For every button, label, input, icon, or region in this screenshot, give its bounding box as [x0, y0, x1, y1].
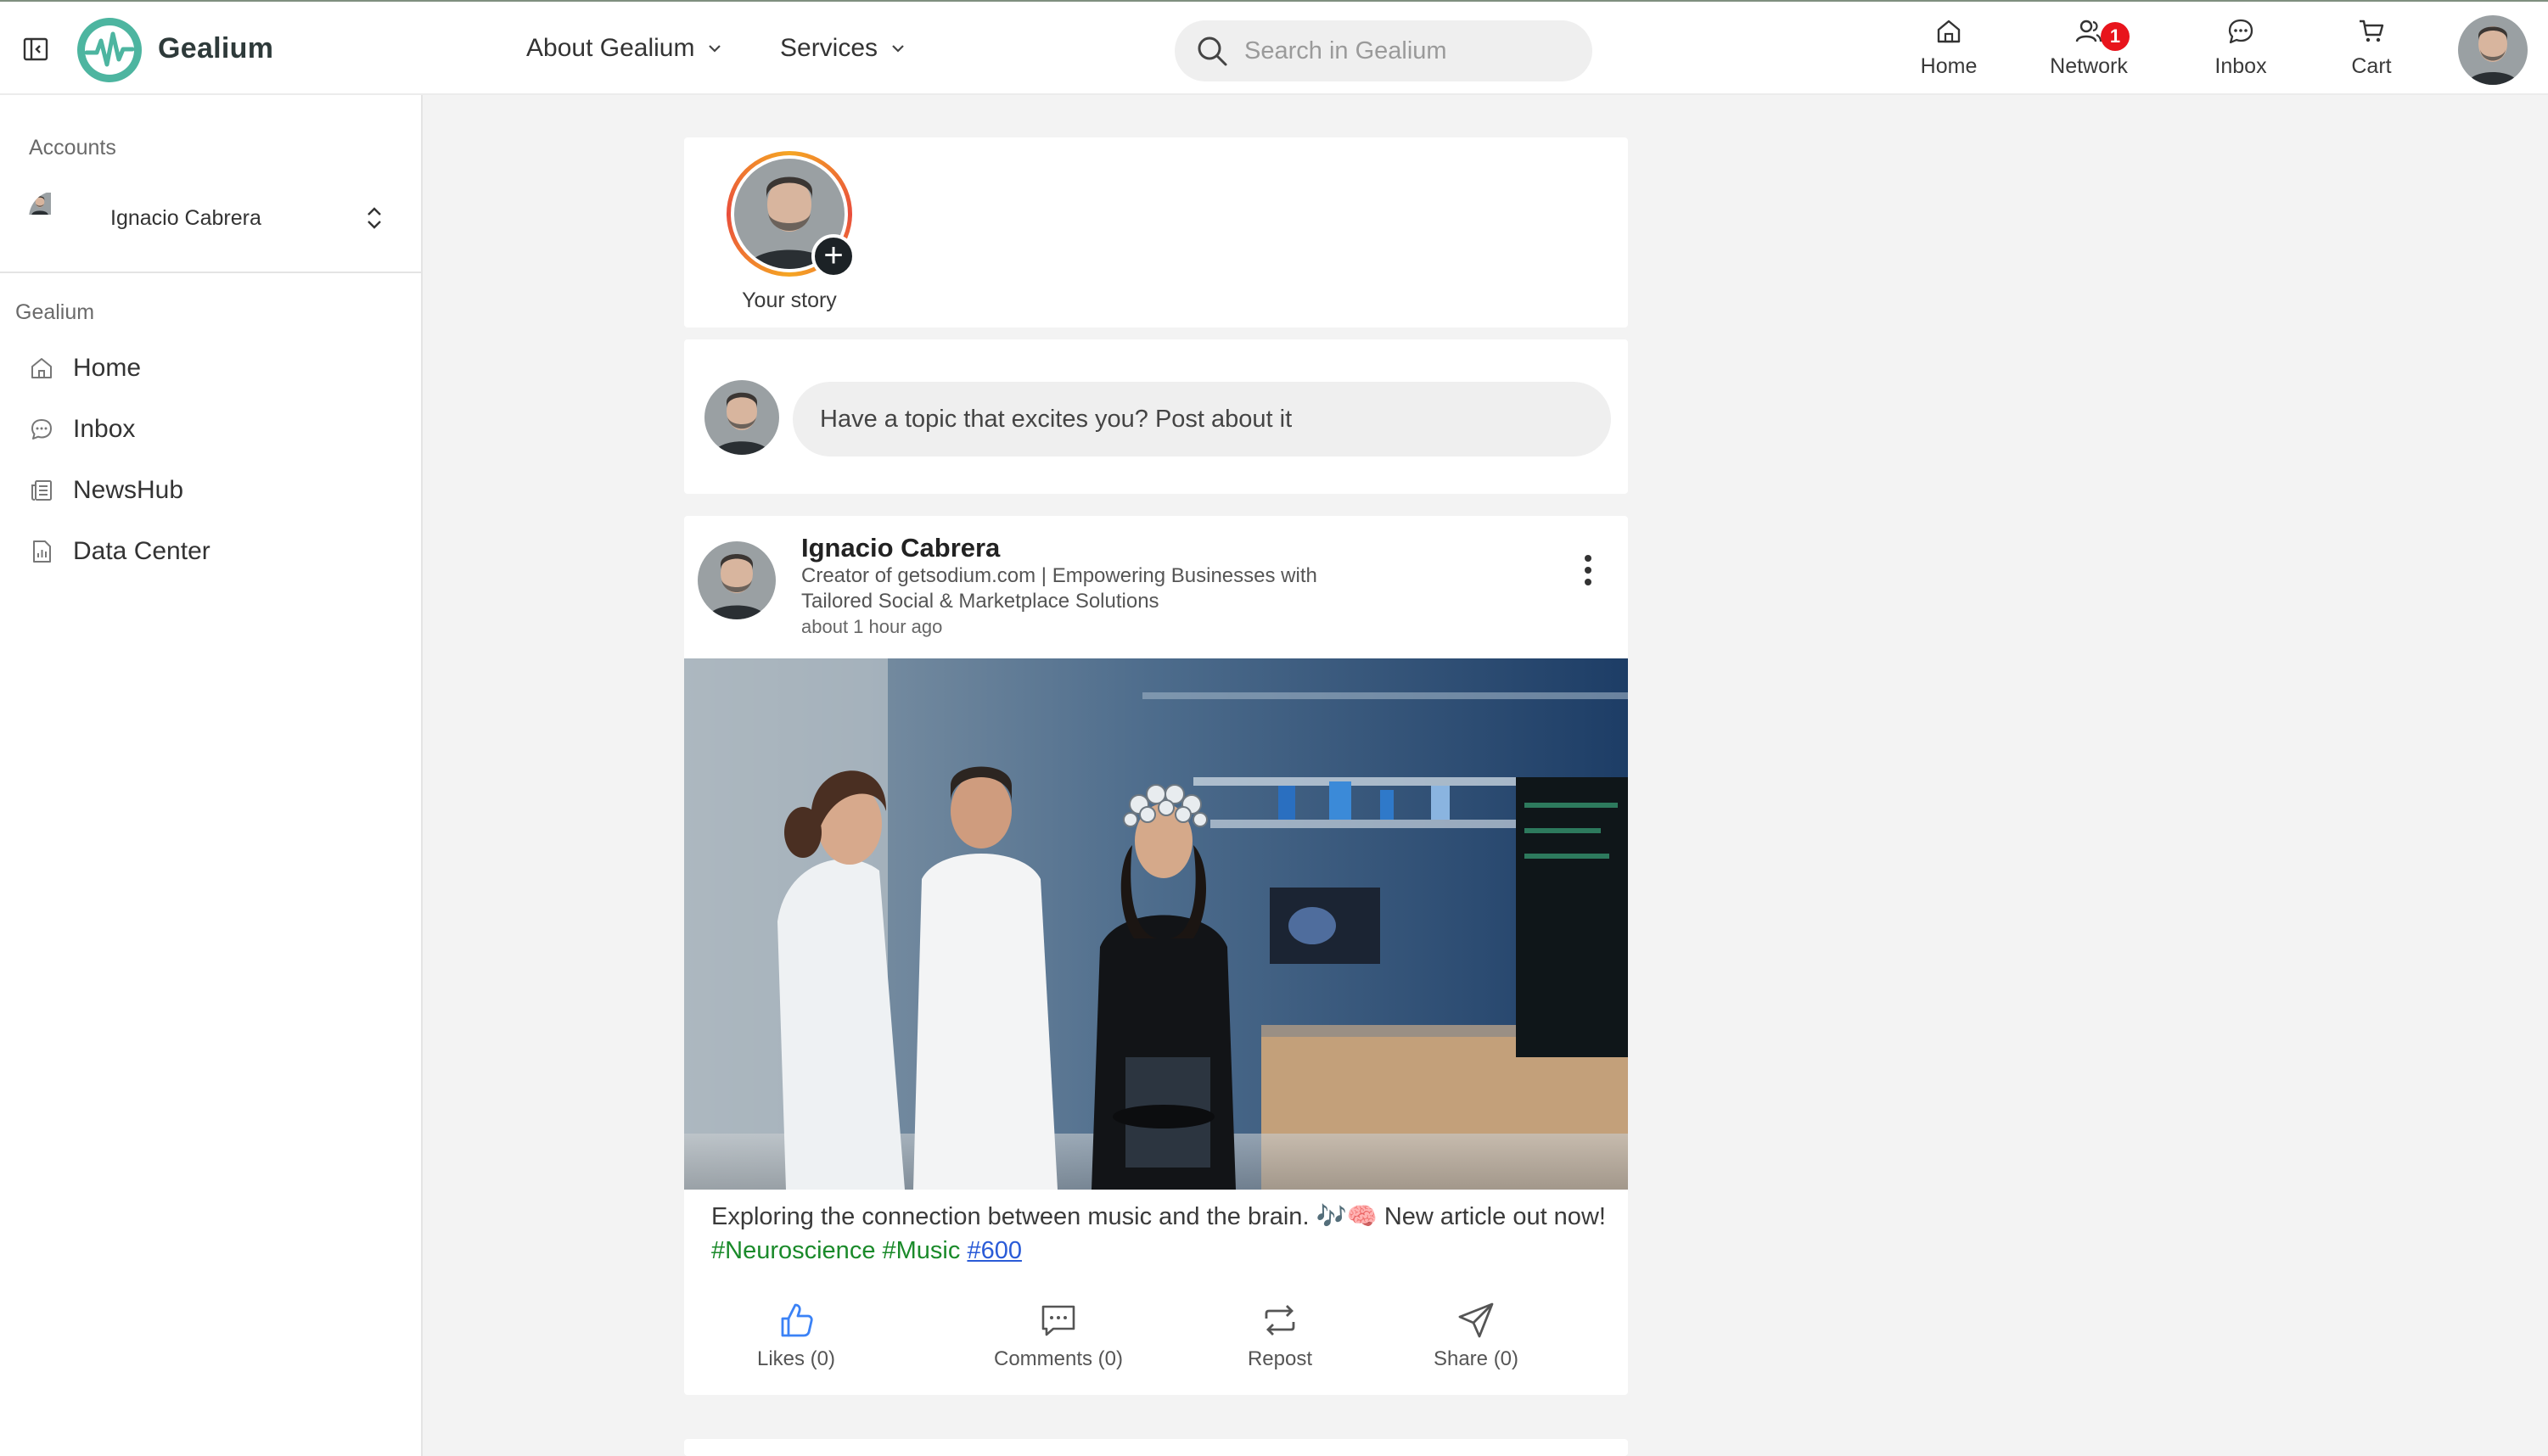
share-button[interactable]: Share (0) [1434, 1300, 1518, 1371]
comment-icon [1041, 1305, 1075, 1336]
post-body: Exploring the connection between music a… [711, 1200, 1611, 1268]
post-image[interactable] [684, 658, 1628, 1190]
hashtag-neuroscience[interactable]: #Neuroscience [711, 1237, 875, 1264]
sidebar-item-home[interactable]: Home [29, 344, 394, 392]
services-menu-label: Services [780, 34, 878, 62]
nav-inbox[interactable]: Inbox [2190, 17, 2292, 79]
comment-count: Comments (0) [993, 1347, 1124, 1370]
repost-button[interactable]: Repost [1248, 1300, 1312, 1371]
more-options-icon[interactable] [1575, 552, 1601, 589]
chevron-up-down-icon [368, 207, 381, 229]
sidebar-item-inbox[interactable]: Inbox [29, 406, 394, 453]
share-count: Share (0) [1433, 1347, 1519, 1370]
post-timestamp: about 1 hour ago [801, 616, 943, 637]
search-icon [1198, 36, 1227, 66]
sidebar-item-label: NewsHub [73, 476, 184, 504]
post-author-name[interactable]: Ignacio Cabrera [801, 533, 1000, 563]
search-input[interactable] [1244, 36, 1567, 65]
repost-icon [1265, 1305, 1295, 1336]
send-icon [1458, 1302, 1494, 1338]
next-post-card [684, 1439, 1628, 1456]
thumbs-up-icon [781, 1303, 813, 1337]
post-card: Ignacio Cabrera Creator of getsodium.com… [684, 516, 1628, 1395]
like-button[interactable]: Likes (0) [757, 1300, 835, 1371]
sidebar-item-data-center[interactable]: Data Center [29, 528, 394, 575]
repost-label: Repost [1247, 1347, 1313, 1370]
like-count: Likes (0) [756, 1347, 836, 1370]
post-composer-input[interactable]: Have a topic that excites you? Post abou… [793, 382, 1611, 456]
chevron-down-icon [892, 45, 904, 53]
nav-network-label: Network [2050, 54, 2128, 78]
brand-name[interactable]: Gealium [158, 32, 273, 65]
sidebar-toggle-icon[interactable] [22, 36, 49, 63]
sidebar-item-newshub[interactable]: NewsHub [29, 467, 394, 514]
add-story-button[interactable]: + [811, 234, 856, 278]
nav-inbox-label: Inbox [2214, 54, 2267, 78]
stories-card: + Your story [684, 137, 1628, 328]
hashtag-link[interactable]: #600 [967, 1237, 1022, 1264]
sidebar-item-label: Inbox [73, 415, 136, 443]
about-menu-label: About Gealium [526, 34, 695, 62]
sidebar-item-label: Home [73, 354, 142, 382]
accounts-heading: Accounts [29, 136, 116, 160]
about-menu[interactable]: About Gealium [526, 34, 723, 63]
chat-icon [2228, 19, 2253, 44]
sidebar-item-label: Data Center [73, 537, 210, 565]
nav-home-label: Home [1920, 54, 1978, 78]
top-bar: Gealium About Gealium Services Home Netw… [0, 0, 2548, 95]
network-icon [2075, 20, 2102, 42]
brand-logo-icon[interactable] [75, 15, 144, 85]
account-name: Ignacio Cabrera [110, 205, 261, 230]
cart-icon [2360, 20, 2384, 42]
hashtag-music[interactable]: #Music [883, 1237, 961, 1264]
composer-avatar [704, 380, 779, 455]
profile-avatar[interactable] [2458, 15, 2528, 85]
sidebar: Accounts Ignacio Cabrera Gealium Home In… [0, 95, 423, 1456]
notification-badge: 1 [2101, 22, 2130, 51]
chevron-down-icon [709, 45, 721, 53]
account-switcher[interactable]: Ignacio Cabrera [29, 188, 385, 248]
post-author-bio: Creator of getsodium.com | Empowering Bu… [801, 564, 1317, 613]
section-heading: Gealium [15, 300, 95, 324]
account-avatar [29, 191, 83, 245]
nav-home[interactable]: Home [1898, 17, 2000, 79]
composer-card: Have a topic that excites you? Post abou… [684, 339, 1628, 494]
post-text: Exploring the connection between music a… [711, 1203, 1606, 1230]
home-icon [31, 358, 52, 378]
services-menu[interactable]: Services [780, 34, 906, 63]
nav-cart-label: Cart [2351, 54, 2392, 78]
post-author-avatar[interactable] [698, 541, 776, 619]
nav-cart[interactable]: Cart [2321, 17, 2422, 79]
search-bar[interactable] [1175, 20, 1592, 81]
home-icon [1937, 20, 1961, 43]
nav-network[interactable]: Network 1 [2038, 17, 2140, 79]
comment-button[interactable]: Comments (0) [994, 1300, 1123, 1371]
your-story-label: Your story [742, 288, 837, 312]
chat-icon [31, 419, 52, 440]
sidebar-divider [0, 272, 421, 273]
report-icon [33, 540, 51, 563]
news-icon [31, 480, 52, 501]
